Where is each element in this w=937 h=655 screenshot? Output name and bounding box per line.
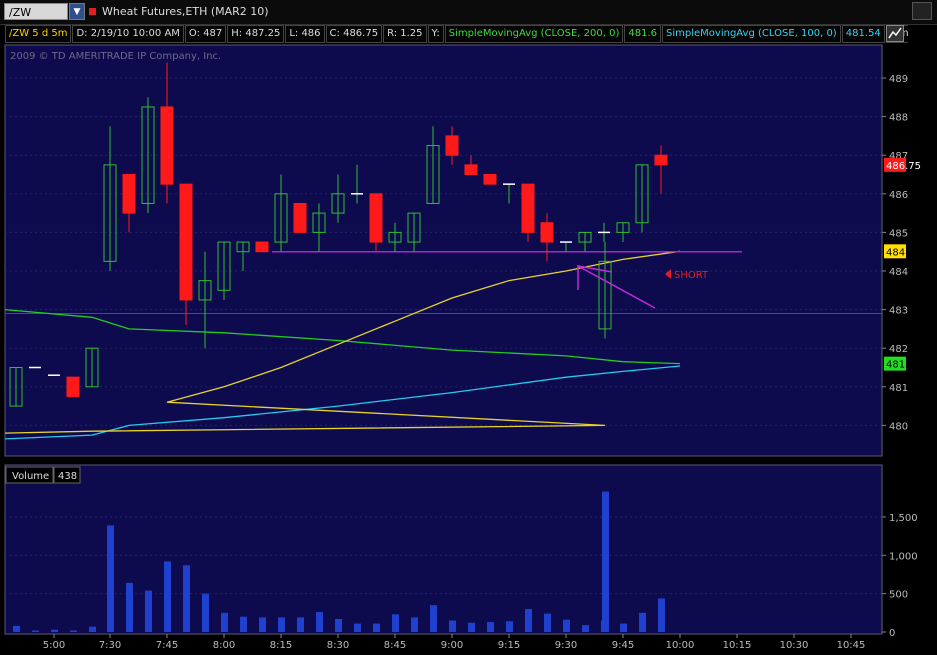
- volume-bar: [240, 616, 247, 632]
- volume-bar: [32, 630, 39, 632]
- volume-value: 438: [58, 471, 77, 482]
- time-tick-label: 10:45: [837, 640, 866, 651]
- time-tick-label: 7:30: [99, 640, 121, 651]
- time-tick-label: 8:45: [384, 640, 406, 651]
- candle-body-down: [483, 174, 497, 185]
- time-tick-label: 5:00: [43, 640, 65, 651]
- price-tick-label: 480: [889, 421, 908, 432]
- time-tick-label: 10:30: [780, 640, 809, 651]
- volume-tick-label: 0: [889, 628, 895, 639]
- candle-body-down: [160, 106, 174, 185]
- volume-bar: [316, 612, 323, 632]
- volume-bar: [639, 612, 646, 632]
- price-tick-label: 482: [889, 344, 908, 355]
- candle-body-down: [369, 193, 383, 243]
- volume-tick-label: 500: [889, 590, 908, 601]
- volume-label: Volume: [12, 471, 49, 482]
- volume-bar: [259, 617, 266, 632]
- candle-body-down: [521, 183, 535, 233]
- copyright-notice: 2009 © TD AMERITRADE IP Company, Inc.: [10, 51, 221, 62]
- volume-bar: [70, 630, 77, 632]
- volume-bar: [202, 593, 209, 632]
- short-label: SHORT: [674, 270, 709, 281]
- candle-body-down: [255, 241, 269, 253]
- volume-bar: [183, 565, 190, 632]
- volume-bar: [602, 491, 609, 632]
- time-tick-label: 8:00: [213, 640, 235, 651]
- volume-bar: [335, 618, 342, 632]
- time-tick-label: 9:00: [441, 640, 463, 651]
- volume-bar: [658, 598, 665, 632]
- chart-canvas: 2009 © TD AMERITRADE IP Company, Inc. SH…: [4, 44, 921, 651]
- volume-bar: [620, 623, 627, 632]
- price-tick-label: 485: [889, 228, 908, 239]
- volume-bar: [107, 525, 114, 632]
- time-tick-label: 10:15: [723, 640, 752, 651]
- volume-bar: [145, 590, 152, 632]
- volume-bar: [297, 617, 304, 632]
- candle-body-down: [66, 376, 80, 397]
- volume-bar: [487, 622, 494, 632]
- volume-panel: [4, 464, 883, 635]
- volume-bar: [392, 614, 399, 632]
- volume-bar: [582, 625, 589, 632]
- time-axis[interactable]: 5:00 7:30 7:45 8:00 8:15 8:30 8:45 9:00 9:15 9:30…: [43, 634, 866, 651]
- candle-body-down: [122, 174, 136, 214]
- price-tick-label: 489: [889, 74, 908, 85]
- volume-bar: [221, 612, 228, 632]
- time-tick-label: 7:45: [156, 640, 178, 651]
- volume-bar: [411, 617, 418, 632]
- price-tick-label: 488: [889, 113, 908, 124]
- volume-tick-label: 1,000: [889, 551, 918, 562]
- volume-bar: [126, 582, 133, 632]
- time-tick-label: 10:00: [666, 640, 695, 651]
- volume-bar: [601, 620, 608, 632]
- volume-tick-label: 1,500: [889, 513, 918, 524]
- candle-body-down: [540, 222, 554, 243]
- volume-bar: [373, 623, 380, 632]
- time-tick-label: 9:30: [555, 640, 577, 651]
- volume-bar: [430, 605, 437, 632]
- candle-body-down: [654, 154, 668, 166]
- price-tick-label: 484: [889, 267, 908, 278]
- time-tick-label: 8:15: [270, 640, 292, 651]
- volume-axis[interactable]: 1,500 1,000 500 0: [881, 465, 918, 639]
- price-tick-label: 481: [889, 383, 908, 394]
- volume-bar: [354, 623, 361, 632]
- volume-bar: [525, 608, 532, 632]
- time-tick-label: 8:30: [327, 640, 349, 651]
- price-tick-label: 486: [889, 190, 908, 201]
- price-panel: [4, 44, 883, 457]
- volume-bar: [13, 625, 20, 632]
- candle-body-down: [179, 183, 193, 301]
- time-tick-label: 9:45: [612, 640, 634, 651]
- volume-bar: [544, 613, 551, 632]
- volume-bar: [468, 622, 475, 632]
- volume-bar: [89, 626, 96, 632]
- last-price-tag: 486.75: [886, 161, 921, 172]
- average-price-tag: 484.51: [886, 247, 921, 258]
- price-tick-label: 483: [889, 306, 908, 317]
- candle-body-down: [445, 135, 459, 156]
- candle-body-down: [464, 164, 478, 176]
- sma200-price-tag: 481.6: [886, 360, 915, 371]
- volume-bar: [563, 619, 570, 632]
- candle-body-down: [293, 202, 307, 233]
- time-tick-label: 9:15: [498, 640, 520, 651]
- volume-bar: [164, 561, 171, 632]
- volume-bar: [449, 620, 456, 632]
- volume-bar: [51, 629, 58, 632]
- volume-bar: [278, 617, 285, 632]
- volume-bar: [506, 621, 513, 632]
